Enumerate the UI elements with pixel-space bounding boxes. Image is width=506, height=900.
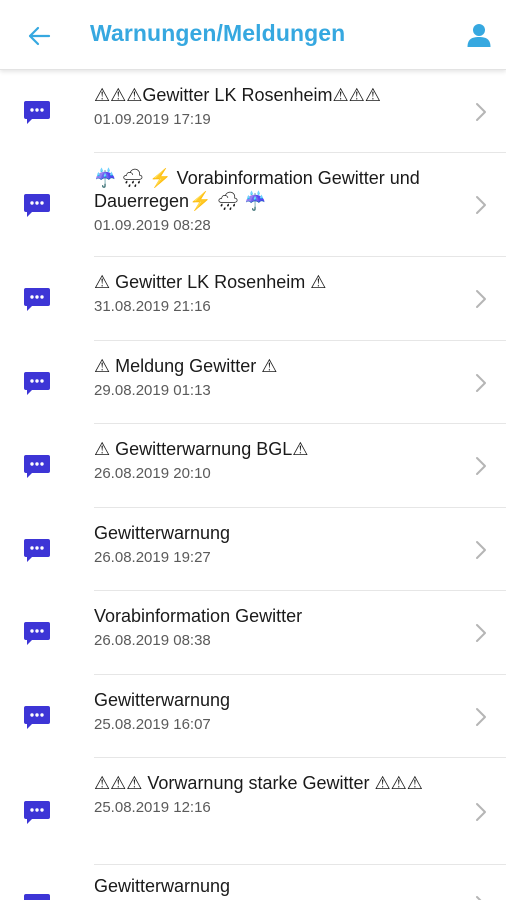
message-title: Gewitterwarnung: [94, 690, 231, 710]
chevron-right-icon: [476, 624, 486, 642]
message-bubble-icon: [24, 101, 50, 124]
message-timestamp: 25.08.2019 12:16: [94, 799, 211, 816]
list-item[interactable]: ⚠⚠⚠ Vorwarnung starke Gewitter ⚠⚠⚠ 25.08.…: [0, 758, 506, 865]
message-bubble-icon: [24, 372, 50, 395]
message-list: ⚠⚠⚠Gewitter LK Rosenheim⚠⚠⚠ 01.09.2019 17…: [0, 70, 506, 900]
list-item[interactable]: ⚠ Meldung Gewitter ⚠ 29.08.2019 01:13: [0, 341, 506, 424]
list-item[interactable]: ☔ 🌧 ⚡ Vorabinformation Gewitter und Daue…: [0, 153, 506, 257]
chevron-right-icon: [476, 103, 486, 121]
message-bubble-icon: [24, 894, 50, 900]
message-text: Gewitterwarnung 26.08.2019 19:27: [94, 522, 450, 568]
list-item[interactable]: Gewitterwarnung 25.08.2019 16:07: [0, 675, 506, 758]
message-title: ⚠⚠⚠Gewitter LK Rosenheim⚠⚠⚠: [94, 85, 381, 105]
app-screen: Warnungen/Meldungen ⚠⚠⚠Gewitter LK Rosen…: [0, 0, 506, 900]
profile-button[interactable]: [462, 18, 496, 52]
user-icon: [467, 24, 491, 47]
chevron-right-icon: [476, 541, 486, 559]
message-timestamp: 29.08.2019 01:13: [94, 382, 211, 399]
message-title: ⚠ Meldung Gewitter ⚠: [94, 356, 278, 376]
message-timestamp: 26.08.2019 19:27: [94, 549, 211, 566]
page-title: Warnungen/Meldungen: [90, 20, 346, 46]
message-bubble-icon: [24, 455, 50, 478]
message-bubble-icon: [24, 801, 50, 824]
chevron-right-icon: [476, 290, 486, 308]
message-text: ⚠ Gewitter LK Rosenheim ⚠ 31.08.2019 21:1…: [94, 271, 450, 317]
message-timestamp: 25.08.2019 16:07: [94, 716, 211, 733]
list-item[interactable]: Vorabinformation Gewitter 26.08.2019 08:3…: [0, 591, 506, 675]
top-app-bar: Warnungen/Meldungen: [0, 0, 506, 70]
message-text: ⚠⚠⚠ Vorwarnung starke Gewitter ⚠⚠⚠ 25.08.…: [94, 772, 450, 818]
list-item[interactable]: Gewitterwarnung: [0, 865, 506, 900]
chevron-right-icon: [476, 374, 486, 392]
message-text: Gewitterwarnung 25.08.2019 16:07: [94, 689, 450, 735]
message-bubble-icon: [24, 706, 50, 729]
message-timestamp: 01.09.2019 17:19: [94, 111, 211, 128]
message-timestamp: 26.08.2019 20:10: [94, 465, 211, 482]
list-item[interactable]: Gewitterwarnung 26.08.2019 19:27: [0, 508, 506, 591]
message-title: ☔ 🌧 ⚡ Vorabinformation Gewitter und Daue…: [94, 168, 420, 211]
message-text: ☔ 🌧 ⚡ Vorabinformation Gewitter und Daue…: [94, 167, 450, 236]
message-bubble-icon: [24, 539, 50, 562]
chevron-right-icon: [476, 803, 486, 821]
list-item[interactable]: ⚠ Gewitter LK Rosenheim ⚠ 31.08.2019 21:1…: [0, 257, 506, 341]
chevron-right-icon: [476, 708, 486, 726]
message-title: Gewitterwarnung: [94, 523, 231, 543]
chevron-right-icon: [476, 896, 482, 900]
back-button[interactable]: [22, 20, 56, 52]
message-timestamp: 01.09.2019 08:28: [94, 217, 211, 234]
message-text: ⚠ Meldung Gewitter ⚠ 29.08.2019 01:13: [94, 355, 450, 401]
message-title: ⚠ Gewitter LK Rosenheim ⚠: [94, 272, 327, 292]
message-title: ⚠⚠⚠ Vorwarnung starke Gewitter ⚠⚠⚠: [94, 773, 423, 793]
message-text: ⚠⚠⚠Gewitter LK Rosenheim⚠⚠⚠ 01.09.2019 17…: [94, 84, 450, 130]
list-item[interactable]: ⚠⚠⚠Gewitter LK Rosenheim⚠⚠⚠ 01.09.2019 17…: [0, 70, 506, 153]
message-bubble-icon: [24, 622, 50, 645]
message-text: Vorabinformation Gewitter 26.08.2019 08:3…: [94, 605, 450, 651]
list-item[interactable]: ⚠ Gewitterwarnung BGL⚠ 26.08.2019 20:10: [0, 424, 506, 508]
message-bubble-icon: [24, 288, 50, 311]
message-timestamp: 26.08.2019 08:38: [94, 632, 211, 649]
message-bubble-icon: [24, 194, 50, 217]
message-timestamp: 31.08.2019 21:16: [94, 298, 211, 315]
message-text: Gewitterwarnung: [94, 875, 450, 900]
message-title: Gewitterwarnung: [94, 876, 231, 896]
chevron-right-icon: [476, 457, 486, 475]
message-title: ⚠ Gewitterwarnung BGL⚠: [94, 439, 309, 459]
chevron-right-icon: [476, 196, 486, 214]
message-title: Vorabinformation Gewitter: [94, 606, 303, 626]
arrow-left-icon: [28, 26, 51, 46]
message-text: ⚠ Gewitterwarnung BGL⚠ 26.08.2019 20:10: [94, 438, 450, 484]
